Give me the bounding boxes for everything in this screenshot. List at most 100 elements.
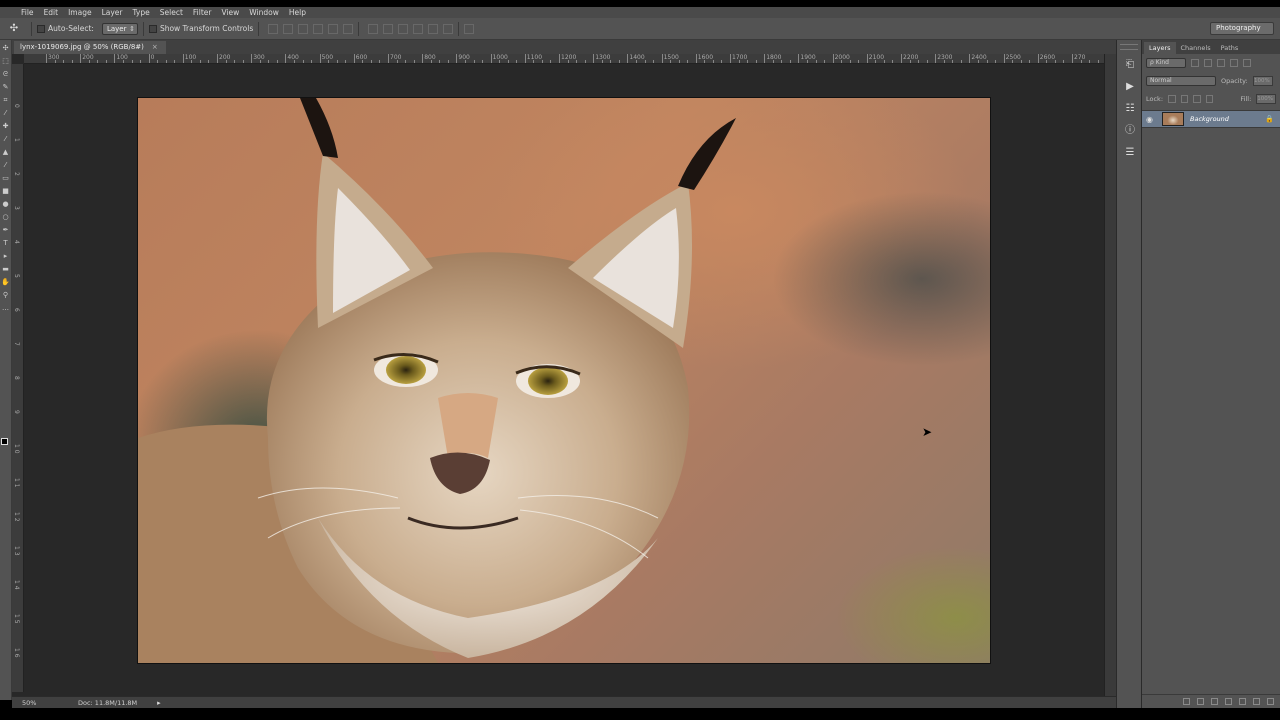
layer-name[interactable]: Background: [1190, 115, 1265, 123]
hand-tool-icon[interactable]: ✋: [1, 278, 10, 287]
pen-tool-icon[interactable]: ✒: [1, 226, 10, 235]
lynx-photo[interactable]: [138, 98, 990, 663]
align-top-icon[interactable]: [268, 23, 279, 34]
menu-image[interactable]: Image: [65, 7, 99, 18]
distribute-right-icon[interactable]: [443, 23, 454, 34]
filter-pixel-icon[interactable]: [1191, 59, 1199, 67]
distribute-bottom-icon[interactable]: [398, 23, 409, 34]
distribute-left-icon[interactable]: [413, 23, 424, 34]
ruler-tick: [986, 60, 988, 63]
opacity-field[interactable]: 100%: [1252, 76, 1273, 86]
path-select-tool-icon[interactable]: ▸: [1, 252, 10, 261]
distribute-vcenter-icon[interactable]: [383, 23, 394, 34]
vertical-scrollbar[interactable]: [1104, 54, 1116, 696]
healing-tool-icon[interactable]: ✚: [1, 122, 10, 131]
ruler-tick: [430, 60, 432, 63]
vertical-ruler[interactable]: 0 1 2 3 4 5 6 7 8 9 1 0 1 1 1 2 1 3 1 4 1 5 1 6: [12, 64, 24, 692]
align-left-icon[interactable]: [313, 23, 324, 34]
new-layer-icon[interactable]: [1253, 698, 1260, 705]
stamp-tool-icon[interactable]: ▲: [1, 148, 10, 157]
menu-edit[interactable]: Edit: [41, 7, 66, 18]
blend-mode-select[interactable]: Normal: [1146, 76, 1216, 86]
menu-layer[interactable]: Layer: [99, 7, 130, 18]
tab-paths[interactable]: Paths: [1216, 42, 1244, 54]
brush-tool-icon[interactable]: ⁄: [1, 135, 10, 144]
dock-grip[interactable]: [1120, 44, 1138, 50]
filter-type-icon[interactable]: [1217, 59, 1225, 67]
zoom-tool-icon[interactable]: ⚲: [1, 291, 10, 300]
show-transform-checkbox[interactable]: Show Transform Controls: [148, 24, 253, 33]
quick-select-tool-icon[interactable]: ✎: [1, 83, 10, 92]
lock-pixels-icon[interactable]: [1180, 95, 1189, 103]
auto-select-dropdown[interactable]: Layer: [101, 22, 138, 35]
eraser-tool-icon[interactable]: ▭: [1, 174, 10, 183]
menu-select[interactable]: Select: [157, 7, 190, 18]
visibility-eye-icon[interactable]: ◉: [1146, 115, 1158, 124]
menu-type[interactable]: Type: [130, 7, 157, 18]
marquee-tool-icon[interactable]: ⬚: [1, 57, 10, 66]
fill-field[interactable]: 100%: [1256, 94, 1276, 104]
blur-tool-icon[interactable]: ●: [1, 200, 10, 209]
close-icon[interactable]: ×: [152, 41, 158, 54]
eyedropper-tool-icon[interactable]: ⁄: [1, 109, 10, 118]
transform-check[interactable]: [148, 24, 157, 33]
distribute-top-icon[interactable]: [368, 23, 379, 34]
menu-view[interactable]: View: [218, 7, 246, 18]
new-group-icon[interactable]: [1239, 698, 1246, 705]
ruler-label: 1200: [561, 54, 577, 61]
more-tools-icon[interactable]: …: [1, 304, 10, 313]
type-tool-icon[interactable]: T: [1, 239, 10, 248]
link-layers-icon[interactable]: [1183, 698, 1190, 705]
align-right-icon[interactable]: [343, 23, 354, 34]
menu-window[interactable]: Window: [246, 7, 286, 18]
lock-position-icon[interactable]: [1193, 95, 1201, 103]
history-brush-tool-icon[interactable]: ⁄: [1, 161, 10, 170]
gradient-tool-icon[interactable]: ■: [1, 187, 10, 196]
properties-panel-icon[interactable]: ☷: [1123, 102, 1137, 116]
auto-align-icon[interactable]: [464, 23, 475, 34]
ruler-tick: [1063, 60, 1065, 63]
layer-mask-icon[interactable]: [1211, 698, 1218, 705]
horizontal-ruler[interactable]: 300 200 100 0 100 200 300 400 500 600 700 800 900 100…: [24, 54, 1104, 64]
filter-shape-icon[interactable]: [1230, 59, 1238, 67]
layer-style-icon[interactable]: [1197, 698, 1204, 705]
foreground-color-swatch[interactable]: [1, 438, 8, 445]
align-bottom-icon[interactable]: [298, 23, 309, 34]
menu-file[interactable]: File: [18, 7, 41, 18]
history-panel-icon[interactable]: ⎗: [1123, 58, 1137, 72]
filter-smart-icon[interactable]: [1243, 59, 1251, 67]
ruler-tick: [901, 54, 902, 63]
delete-layer-icon[interactable]: [1267, 698, 1274, 705]
align-vcenter-icon[interactable]: [283, 23, 294, 34]
auto-select-checkbox[interactable]: Auto-Select:: [37, 24, 94, 33]
kind-filter-select[interactable]: ρ Kind: [1146, 58, 1186, 68]
move-tool-icon[interactable]: ✣: [1, 44, 10, 53]
info-panel-icon[interactable]: ⓘ: [1123, 124, 1137, 138]
menu-filter[interactable]: Filter: [190, 7, 219, 18]
fill-label: Fill:: [1240, 95, 1252, 103]
ruler-tick: [661, 54, 663, 63]
align-hcenter-icon[interactable]: [328, 23, 339, 34]
crop-tool-icon[interactable]: ⌗: [1, 96, 10, 105]
lasso-tool-icon[interactable]: ᘓ: [1, 70, 10, 79]
document-tab[interactable]: lynx-1019069.jpg @ 50% (RGB/8#) ×: [14, 41, 166, 54]
tab-layers[interactable]: Layers: [1144, 42, 1176, 54]
ruler-tick: [627, 54, 629, 63]
actions-panel-icon[interactable]: ▶: [1123, 80, 1137, 94]
zoom-level[interactable]: 50%: [12, 699, 38, 707]
distribute-hcenter-icon[interactable]: [428, 23, 439, 34]
auto-select-check[interactable]: [37, 24, 45, 33]
adjustment-layer-icon[interactable]: [1225, 698, 1232, 705]
shape-tool-icon[interactable]: ▬: [1, 265, 10, 274]
workspace-switcher[interactable]: Photography: [1210, 22, 1274, 35]
tab-channels[interactable]: Channels: [1176, 42, 1216, 54]
menu-help[interactable]: Help: [286, 7, 313, 18]
layer-row[interactable]: ◉ Background 🔒: [1142, 110, 1280, 128]
move-tool-icon[interactable]: ✣: [2, 21, 26, 37]
lock-all-icon[interactable]: [1205, 95, 1214, 103]
filter-adjust-icon[interactable]: [1204, 59, 1212, 67]
status-menu-arrow-icon[interactable]: ▸: [157, 699, 161, 707]
lock-transparent-icon[interactable]: [1168, 95, 1176, 103]
dodge-tool-icon[interactable]: ○: [1, 213, 10, 222]
paragraph-panel-icon[interactable]: ☰: [1123, 146, 1137, 160]
